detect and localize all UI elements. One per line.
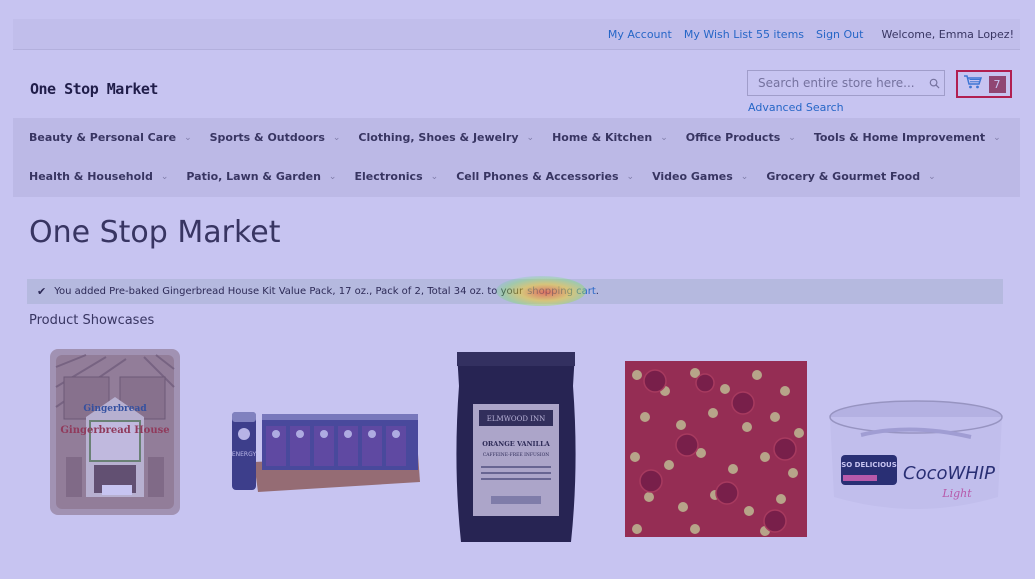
nav-item-cell-phones-accessories[interactable]: Cell Phones & Accessories ⌄ xyxy=(456,170,634,183)
search-input[interactable] xyxy=(756,75,925,91)
shopping-cart-link[interactable]: shopping cart xyxy=(527,286,596,297)
nav-row-1: Beauty & Personal Care ⌄ Sports & Outdoor… xyxy=(29,118,1004,157)
store-logo[interactable]: One Stop Market xyxy=(30,80,158,98)
nav-item-label: Health & Household xyxy=(29,170,153,183)
top-links-bar: My Account My Wish List 55 items Sign Ou… xyxy=(13,19,1020,50)
wish-list-link[interactable]: My Wish List 55 items xyxy=(684,28,804,41)
chevron-down-icon: ⌄ xyxy=(928,171,936,182)
checkmark-icon: ✔ xyxy=(37,285,47,298)
chevron-down-icon: ⌄ xyxy=(184,132,192,143)
nav-item-label: Patio, Lawn & Garden xyxy=(186,170,321,183)
chevron-down-icon: ⌄ xyxy=(740,171,749,182)
svg-text:Gingerbread: Gingerbread xyxy=(83,404,147,414)
nav-item-label: Clothing, Shoes & Jewelry xyxy=(358,131,519,144)
nav-item-video-games[interactable]: Video Games ⌄ xyxy=(652,170,748,183)
chevron-down-icon: ⌄ xyxy=(526,132,535,143)
site-header: One Stop Market Advanced Search 7 xyxy=(13,50,1020,118)
product-energy-drink-pack[interactable]: ENERGY xyxy=(226,404,422,496)
product-label: ENERGY xyxy=(232,451,257,458)
my-account-link[interactable]: My Account xyxy=(608,28,672,41)
orange-vanilla-tea-bag-image: ELMWOOD INN ORANGE VANILLA CAFFEINE-FREE… xyxy=(456,352,576,542)
nav-item-label: Home & Kitchen xyxy=(552,131,653,144)
nav-item-label: Electronics xyxy=(354,170,423,183)
nav-item-label: Tools & Home Improvement xyxy=(813,131,986,144)
nav-item-electronics[interactable]: Electronics ⌄ xyxy=(354,170,438,183)
chevron-down-icon: ⌄ xyxy=(328,171,337,182)
advanced-search-link[interactable]: Advanced Search xyxy=(748,101,844,114)
coco-whip-tub-image: SO DELICIOUS CocoWHIP Light xyxy=(829,400,1003,509)
success-message: ✔ You added Pre-baked Gingerbread House … xyxy=(27,279,1003,304)
product-label: CocoWHIP xyxy=(903,463,995,484)
product-showcases-heading: Product Showcases xyxy=(29,313,155,328)
product-sublabel: Light xyxy=(941,487,972,500)
energy-drink-pack-image: ENERGY xyxy=(232,412,420,492)
nav-item-patio-lawn-garden[interactable]: Patio, Lawn & Garden ⌄ xyxy=(186,170,336,183)
success-message-end: . xyxy=(595,286,599,297)
search-icon[interactable] xyxy=(924,73,944,93)
nav-item-health-household[interactable]: Health & Household ⌄ xyxy=(29,170,168,183)
chevron-down-icon: ⌄ xyxy=(430,171,439,182)
chevron-down-icon: ⌄ xyxy=(626,171,635,182)
product-brand: ELMWOOD INN xyxy=(487,415,545,423)
product-label: ORANGE VANILLA xyxy=(482,440,551,448)
nav-item-label: Office Products xyxy=(685,131,781,144)
page-title: One Stop Market xyxy=(29,215,281,250)
chevron-down-icon: ⌄ xyxy=(788,132,796,143)
nav-item-label: Beauty & Personal Care xyxy=(29,131,177,144)
product-coco-whip[interactable]: SO DELICIOUS CocoWHIP Light xyxy=(821,399,1011,515)
cart-count-badge: 7 xyxy=(988,75,1006,93)
product-label: Gingerbread House xyxy=(60,425,169,436)
product-brand: SO DELICIOUS xyxy=(841,461,897,469)
chevron-down-icon: ⌄ xyxy=(332,132,341,143)
shopping-cart-icon xyxy=(963,74,983,94)
nav-item-label: Grocery & Gourmet Food xyxy=(766,170,921,183)
product-rose-sprinkles[interactable] xyxy=(625,361,807,537)
rose-sprinkles-image xyxy=(625,361,807,537)
nav-item-beauty-personal-care[interactable]: Beauty & Personal Care ⌄ xyxy=(29,131,192,144)
nav-item-office-products[interactable]: Office Products ⌄ xyxy=(686,131,796,144)
store-page: My Account My Wish List 55 items Sign Ou… xyxy=(13,19,1020,564)
category-nav: Beauty & Personal Care ⌄ Sports & Outdoor… xyxy=(13,118,1020,197)
chevron-down-icon: ⌄ xyxy=(160,171,169,182)
nav-item-label: Video Games xyxy=(652,170,733,183)
welcome-message: Welcome, Emma Lopez! xyxy=(881,27,1014,41)
chevron-down-icon: ⌄ xyxy=(660,132,668,143)
nav-item-label: Sports & Outdoors xyxy=(209,131,325,144)
product-gingerbread-house-kit[interactable]: Gingerbread Gingerbread House xyxy=(46,347,184,517)
mini-cart-button[interactable]: 7 xyxy=(956,70,1012,98)
nav-item-grocery-gourmet-food[interactable]: Grocery & Gourmet Food ⌄ xyxy=(766,170,935,183)
product-showcase-row: Gingerbread Gingerbread House ENERGY ELM… xyxy=(13,339,1020,564)
product-sublabel: CAFFEINE-FREE INFUSION xyxy=(483,452,550,458)
nav-item-clothing-shoes-jewelry[interactable]: Clothing, Shoes & Jewelry ⌄ xyxy=(358,131,534,144)
product-orange-vanilla-tea[interactable]: ELMWOOD INN ORANGE VANILLA CAFFEINE-FREE… xyxy=(451,346,581,552)
nav-item-sports-outdoors[interactable]: Sports & Outdoors ⌄ xyxy=(210,131,341,144)
search-box xyxy=(747,70,945,96)
success-message-text: You added Pre-baked Gingerbread House Ki… xyxy=(54,286,524,297)
sign-out-link[interactable]: Sign Out xyxy=(816,28,863,41)
chevron-down-icon: ⌄ xyxy=(993,132,1001,143)
nav-item-label: Cell Phones & Accessories xyxy=(456,170,619,183)
nav-item-home-kitchen[interactable]: Home & Kitchen ⌄ xyxy=(552,131,668,144)
nav-row-2: Health & Household ⌄ Patio, Lawn & Garden… xyxy=(29,157,1004,196)
gingerbread-house-kit-image: Gingerbread Gingerbread House xyxy=(50,349,180,515)
nav-item-tools-home-improvement[interactable]: Tools & Home Improvement ⌄ xyxy=(814,131,1001,144)
